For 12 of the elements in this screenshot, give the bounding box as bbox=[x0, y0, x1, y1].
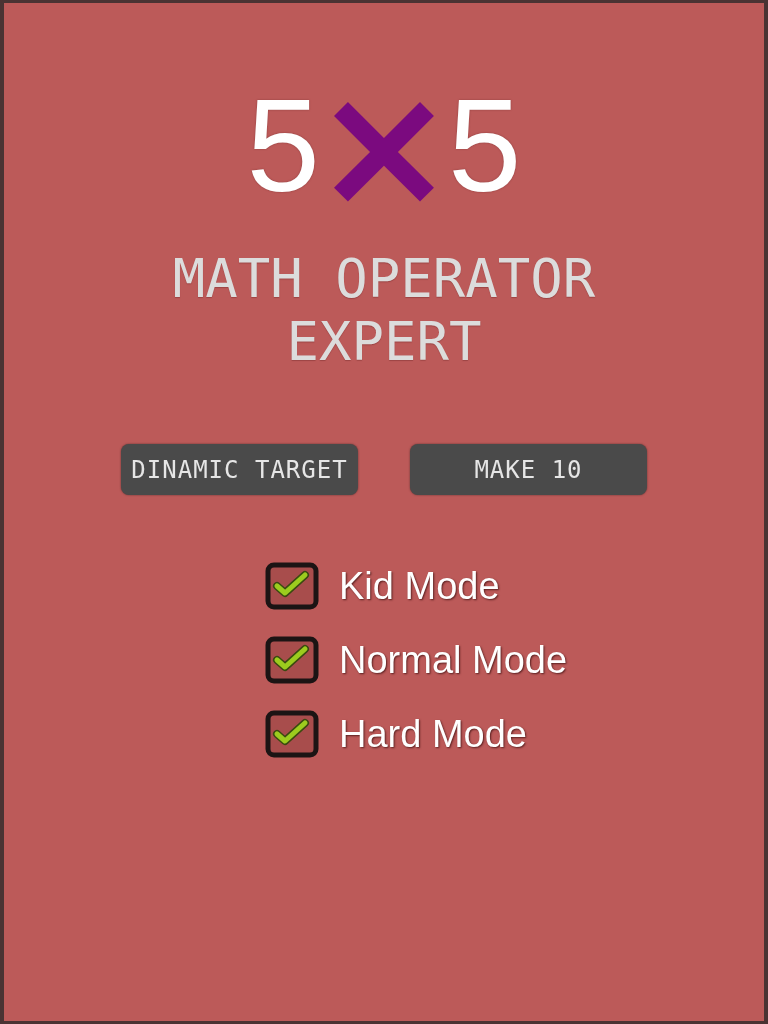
checkbox-label: Hard Mode bbox=[339, 712, 527, 756]
logo-digit: 5 bbox=[448, 80, 522, 212]
game-mode-button[interactable]: MAKE 10 bbox=[410, 444, 647, 495]
checkbox[interactable] bbox=[265, 636, 319, 684]
checkbox[interactable] bbox=[265, 710, 319, 758]
logo-operator: × bbox=[328, 61, 440, 231]
logo-digit: 5 bbox=[246, 80, 320, 212]
checkbox[interactable] bbox=[265, 562, 319, 610]
game-subtitle: MATH OPERATOR EXPERT bbox=[171, 247, 597, 373]
game-mode-button[interactable]: DINAMIC TARGET bbox=[121, 444, 358, 495]
checkbox-label: Kid Mode bbox=[339, 564, 500, 608]
checkbox-label: Normal Mode bbox=[339, 638, 568, 682]
